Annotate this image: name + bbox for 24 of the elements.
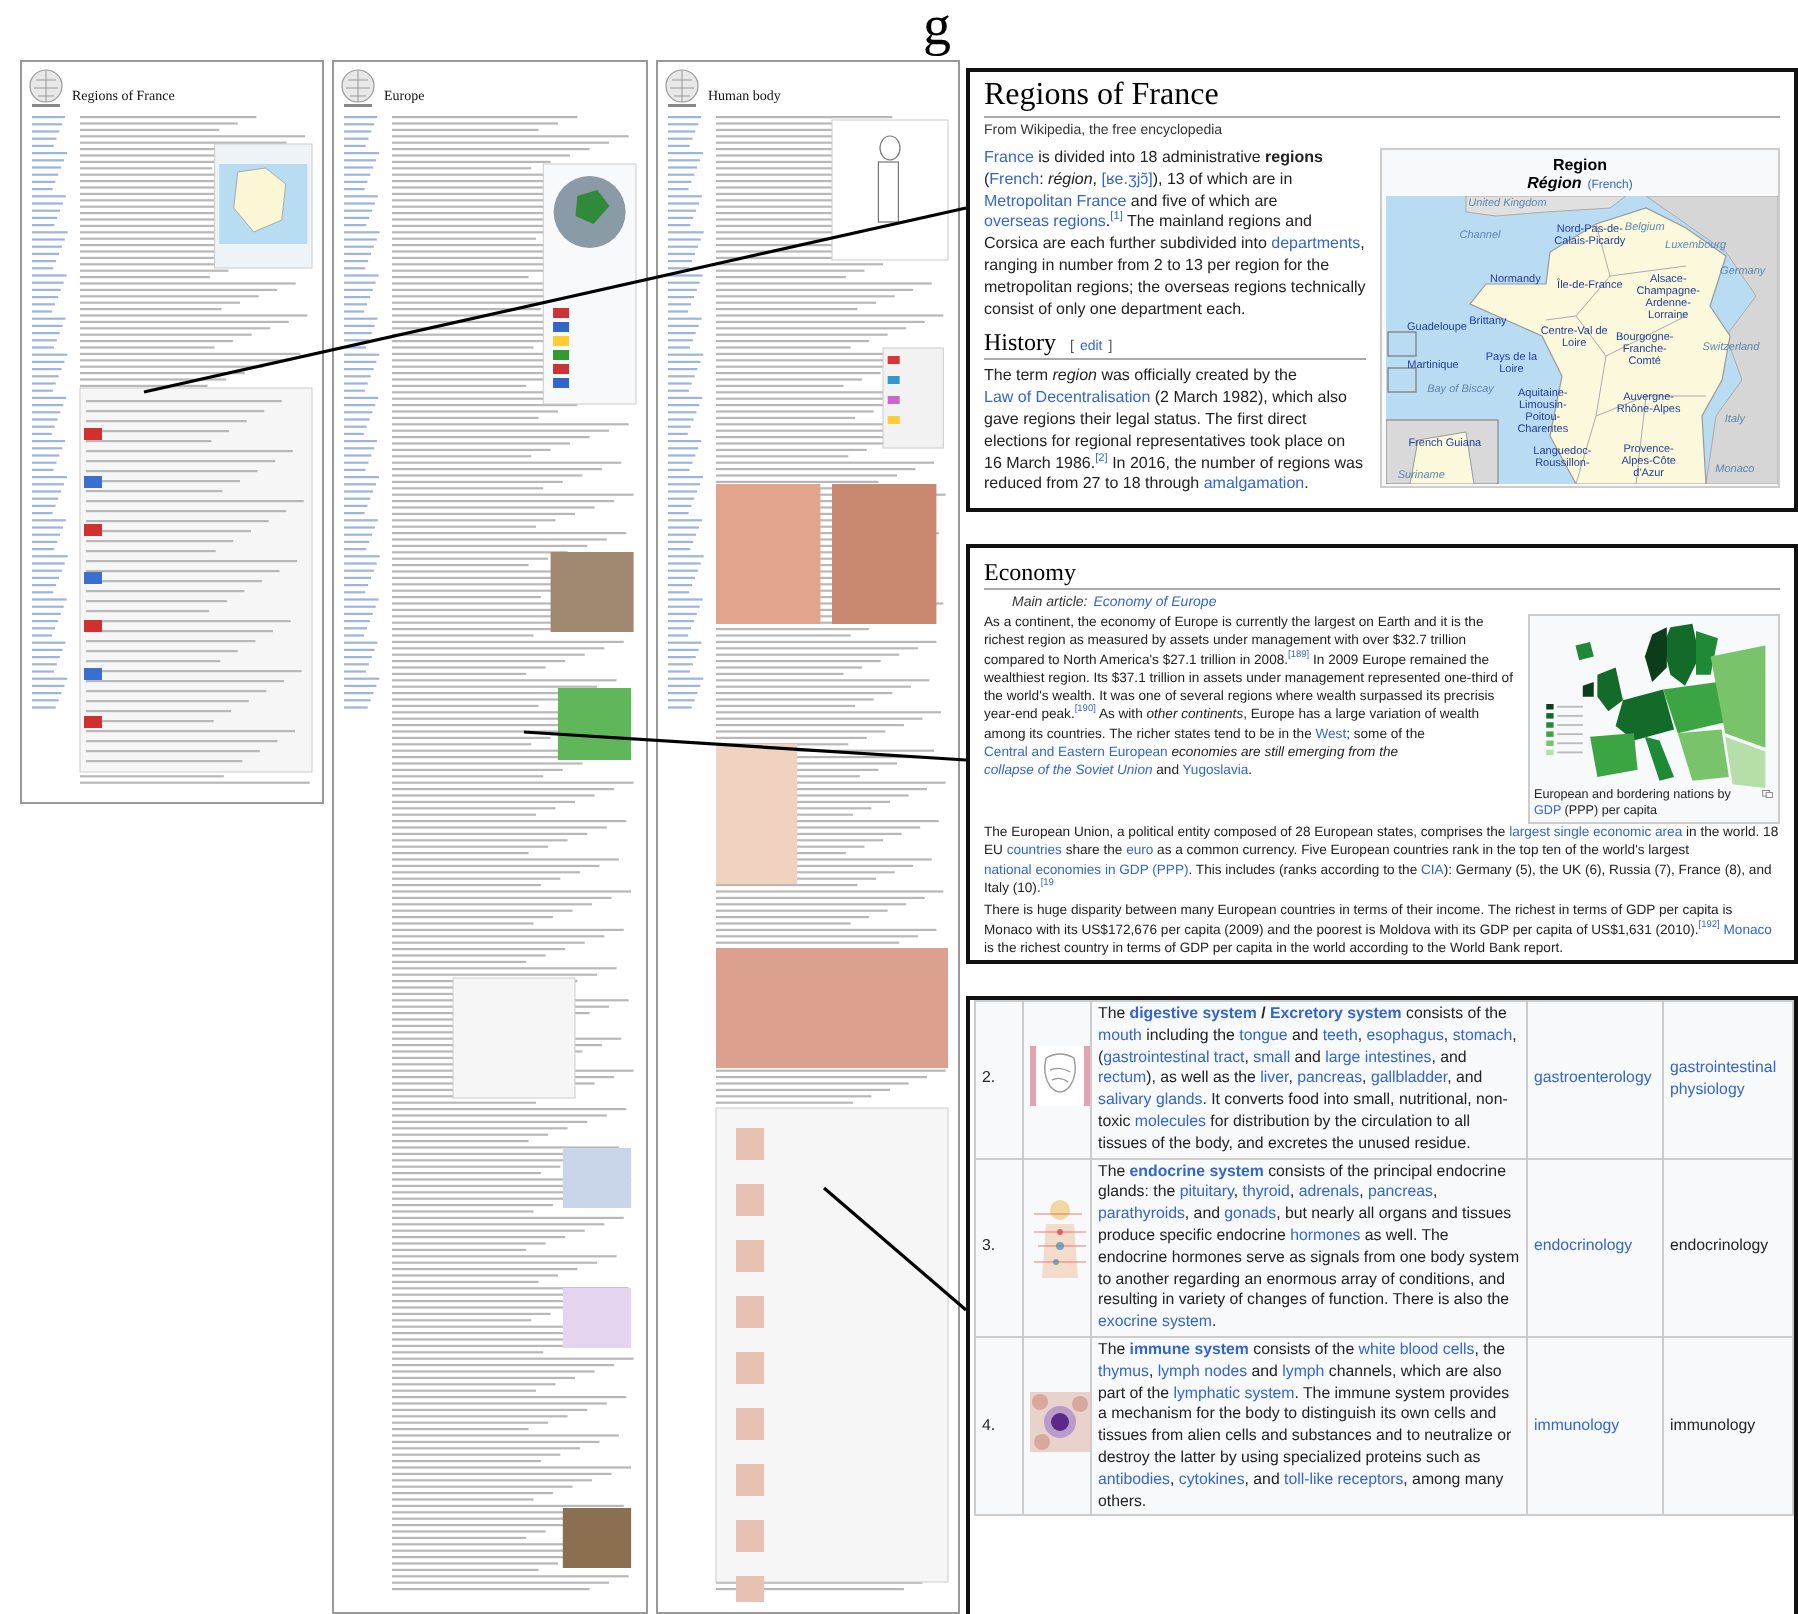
blood-cell-image xyxy=(1030,1392,1089,1453)
infobox-title: Region xyxy=(1550,156,1610,174)
figure-label: g xyxy=(923,0,951,60)
link[interactable]: amalgamation xyxy=(1203,474,1305,493)
reference-link[interactable]: [1] xyxy=(1110,211,1123,224)
link[interactable]: departments xyxy=(1271,234,1361,253)
digestive-system-drawing xyxy=(1030,1045,1089,1106)
link[interactable]: French xyxy=(989,169,1040,188)
section-heading: History xyxy=(984,328,1056,359)
globe-logo-icon xyxy=(340,68,376,108)
link[interactable]: overseas regions xyxy=(984,212,1106,231)
section-heading: Economy xyxy=(984,558,1076,588)
article-title: Regions of France xyxy=(984,78,1780,118)
paragraph: France is divided into 18 administrative regions (French: région, [ʁe.ʒjɔ̃]), 13 of which are in Metropolitan France and five of which are overseas regions.$^{[1]}$ The mainland regions and Corsica are each further subdivided into departments, ranging in number from 2 to 13 per region for the metropolitan regions; the overseas regions technically consist of only one department each. xyxy=(984,148,1366,321)
globe-logo-icon xyxy=(28,68,64,108)
globe-logo-icon xyxy=(664,68,700,108)
enlarge-icon[interactable] xyxy=(1762,788,1774,800)
paragraph: The term region was officially created by the Law of Decentralisation (2 March 1982), which also gave regions their legal status. The first direct elections for regional representatives took place on 16 March 1986.$^{[2]}$ In 2016, the number of regions was reduced from 27 to 18 through amalgamation. xyxy=(984,366,1365,497)
link[interactable]: [ʁe.ʒjɔ̃] xyxy=(1101,169,1153,188)
reference-link[interactable]: [2] xyxy=(1095,451,1108,464)
link[interactable]: Metropolitan France xyxy=(984,191,1127,210)
link[interactable]: France xyxy=(984,148,1034,166)
link[interactable]: Law of Decentralisation xyxy=(984,388,1151,407)
infobox-subtitle: Région xyxy=(1527,174,1582,192)
